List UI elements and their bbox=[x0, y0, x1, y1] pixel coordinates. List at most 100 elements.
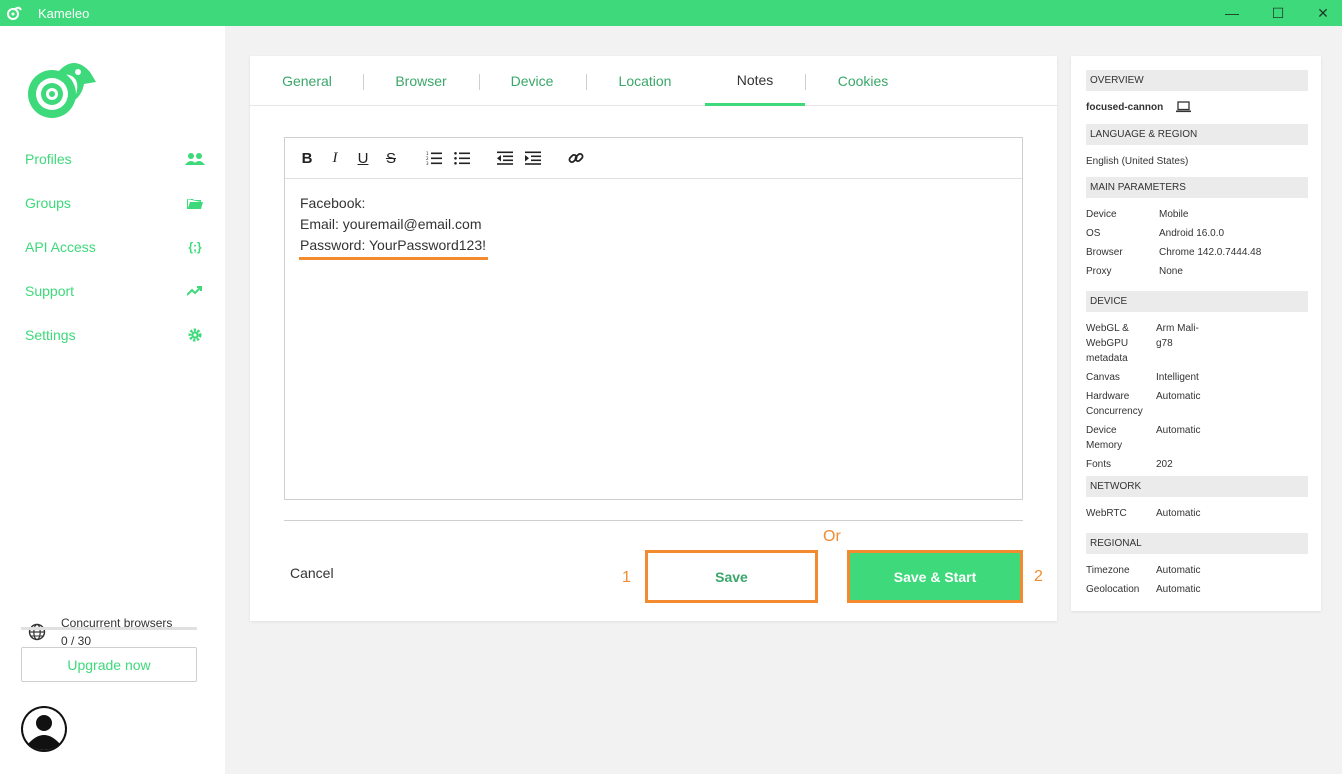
param-key: Timezone bbox=[1086, 565, 1130, 576]
param-key: Geolocation bbox=[1086, 584, 1140, 595]
param-key: Canvas bbox=[1086, 372, 1120, 383]
param-key: OS bbox=[1086, 228, 1101, 239]
param-value: Automatic bbox=[1156, 584, 1201, 595]
regional-header: REGIONAL bbox=[1086, 533, 1308, 554]
param-key: Proxy bbox=[1086, 266, 1112, 277]
notes-content[interactable]: Facebook: Email: youremail@email.com Pas… bbox=[300, 193, 486, 256]
svg-text:3: 3 bbox=[426, 161, 429, 165]
bullet-list-icon[interactable] bbox=[453, 149, 471, 167]
network-header: NETWORK bbox=[1086, 476, 1308, 497]
save-and-start-button[interactable]: Save & Start bbox=[847, 550, 1023, 603]
concurrent-browsers: Concurrent browsers 0 / 30 bbox=[28, 614, 172, 650]
kameleo-logo bbox=[28, 63, 96, 118]
close-button[interactable]: ✕ bbox=[1300, 0, 1342, 26]
maximize-button[interactable]: ☐ bbox=[1255, 0, 1301, 26]
tab-separator bbox=[479, 74, 480, 90]
device-header: DEVICE bbox=[1086, 291, 1308, 312]
param-key: WebGL & WebGPU metadata bbox=[1086, 323, 1129, 364]
kameleo-logo-icon bbox=[7, 6, 22, 20]
cancel-button[interactable]: Cancel bbox=[290, 565, 334, 581]
tab-device[interactable]: Device bbox=[496, 56, 568, 106]
profile-name: focused-cannon bbox=[1086, 102, 1164, 113]
param-value: Automatic bbox=[1156, 425, 1201, 436]
tab-browser[interactable]: Browser bbox=[381, 56, 461, 106]
sidebar-item-api-access[interactable]: API Access {;} bbox=[25, 235, 205, 259]
minimize-button[interactable]: — bbox=[1209, 0, 1255, 26]
code-braces-icon: {;} bbox=[188, 240, 202, 254]
param-value: None bbox=[1159, 266, 1183, 277]
avatar[interactable] bbox=[21, 706, 67, 752]
step-2-annotation: 2 bbox=[1034, 568, 1043, 585]
notes-line: Password: YourPassword123! bbox=[300, 237, 486, 253]
step-1-annotation: 1 bbox=[622, 569, 631, 586]
notes-line: Facebook: bbox=[300, 195, 366, 211]
highlight-underline bbox=[299, 257, 488, 260]
param-value: Automatic bbox=[1156, 391, 1201, 402]
param-value: Arm Mali-g78 bbox=[1156, 323, 1199, 349]
globe-icon bbox=[28, 623, 46, 641]
link-icon[interactable] bbox=[567, 149, 585, 167]
main-parameters-header: MAIN PARAMETERS bbox=[1086, 177, 1308, 198]
tab-bar: General Browser Device Location Notes Co… bbox=[250, 56, 1057, 106]
tab-separator bbox=[805, 74, 806, 90]
profile-edit-panel: General Browser Device Location Notes Co… bbox=[250, 56, 1057, 621]
param-value: Android 16.0.0 bbox=[1159, 228, 1225, 239]
minimize-icon: — bbox=[1225, 5, 1239, 21]
overview-panel: OVERVIEW focused-cannon LANGUAGE & REGIO… bbox=[1071, 56, 1321, 611]
tab-separator bbox=[363, 74, 364, 90]
underline-icon[interactable]: U bbox=[354, 149, 372, 167]
upgrade-now-button[interactable]: Upgrade now bbox=[21, 647, 197, 682]
italic-icon[interactable]: I bbox=[326, 149, 344, 167]
trending-up-icon bbox=[185, 283, 205, 299]
maximize-icon: ☐ bbox=[1271, 4, 1285, 21]
notes-editor: B I U S 123 Facebook: Email: youremail@e… bbox=[284, 137, 1023, 500]
ordered-list-icon[interactable]: 123 bbox=[425, 149, 443, 167]
bold-icon[interactable]: B bbox=[298, 149, 316, 167]
editor-toolbar: B I U S 123 bbox=[285, 138, 1022, 179]
actions-divider bbox=[284, 520, 1023, 521]
sidebar-item-label: Groups bbox=[25, 195, 71, 211]
gear-icon bbox=[185, 327, 205, 343]
param-key: Device bbox=[1086, 209, 1117, 220]
tab-separator bbox=[586, 74, 587, 90]
param-key: Fonts bbox=[1086, 459, 1112, 470]
app-title: Kameleo bbox=[38, 5, 90, 21]
param-value: Mobile bbox=[1159, 209, 1189, 220]
title-bar: Kameleo bbox=[0, 0, 1342, 26]
param-key: WebRTC bbox=[1086, 508, 1127, 519]
sidebar-item-settings[interactable]: Settings bbox=[25, 323, 205, 347]
param-value: Chrome 142.0.7444.48 bbox=[1159, 247, 1262, 258]
outdent-icon[interactable] bbox=[496, 149, 514, 167]
sidebar-item-label: API Access bbox=[25, 239, 96, 255]
tab-location[interactable]: Location bbox=[604, 56, 686, 106]
tab-cookies[interactable]: Cookies bbox=[823, 56, 903, 106]
tab-notes[interactable]: Notes bbox=[705, 56, 805, 106]
or-annotation: Or bbox=[823, 528, 841, 545]
sidebar-item-label: Support bbox=[25, 283, 75, 299]
notes-line: Email: youremail@email.com bbox=[300, 216, 482, 232]
save-button[interactable]: Save bbox=[645, 550, 818, 603]
param-value: Automatic bbox=[1156, 565, 1201, 576]
param-value: Automatic bbox=[1156, 508, 1201, 519]
tab-general[interactable]: General bbox=[268, 56, 346, 106]
close-icon: ✕ bbox=[1317, 4, 1329, 21]
user-avatar-icon bbox=[23, 708, 65, 750]
concurrent-browsers-progress bbox=[21, 627, 197, 630]
param-value: Intelligent bbox=[1156, 372, 1199, 383]
param-value: 202 bbox=[1156, 459, 1173, 470]
users-icon bbox=[185, 151, 205, 167]
indent-icon[interactable] bbox=[524, 149, 542, 167]
param-key: Browser bbox=[1086, 247, 1123, 258]
overview-header: OVERVIEW bbox=[1086, 70, 1308, 91]
folder-icon bbox=[185, 195, 205, 211]
sidebar-item-support[interactable]: Support bbox=[25, 279, 205, 303]
sidebar-item-groups[interactable]: Groups bbox=[25, 191, 205, 215]
language-region-header: LANGUAGE & REGION bbox=[1086, 124, 1308, 145]
strikethrough-icon[interactable]: S bbox=[382, 149, 400, 167]
desktop-icon bbox=[1176, 101, 1191, 113]
param-key: Device Memory bbox=[1086, 425, 1123, 451]
language-value: English (United States) bbox=[1086, 156, 1189, 167]
sidebar-item-label: Profiles bbox=[25, 151, 72, 167]
sidebar-item-profiles[interactable]: Profiles bbox=[25, 147, 205, 171]
param-key: Hardware Concurrency bbox=[1086, 391, 1143, 417]
